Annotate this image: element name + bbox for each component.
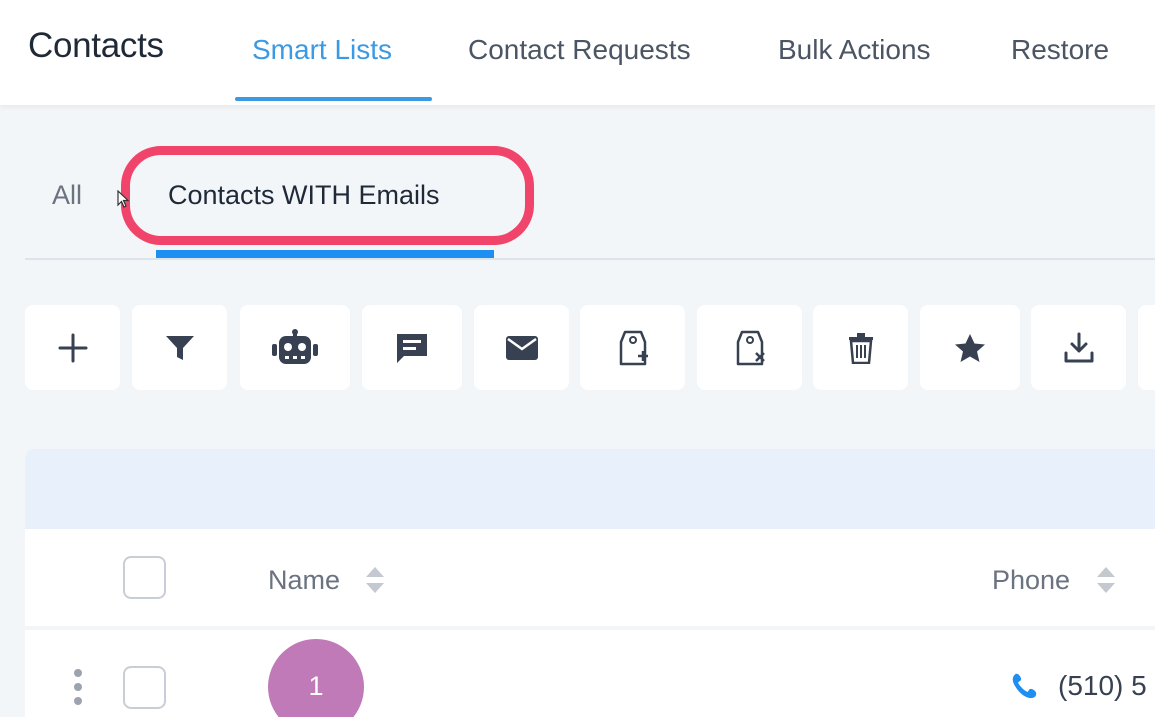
select-all-checkbox[interactable] [123,556,166,599]
message-icon [397,333,427,363]
tab-bulk-actions[interactable]: Bulk Actions [778,34,931,66]
filter-icon [165,335,194,360]
star-icon [955,333,985,362]
table-row[interactable] [25,630,1155,717]
export-button[interactable] [1031,305,1126,390]
trash-icon [848,332,873,364]
column-header-name[interactable]: Name [268,565,340,596]
sort-icon[interactable] [1095,563,1117,597]
table-toolbar-band [25,449,1155,529]
remove-tag-icon [736,330,765,365]
divider [25,258,1155,260]
page-title: Contacts [28,26,164,65]
smart-list-tab-contacts-with-emails[interactable]: Contacts WITH Emails [168,180,440,211]
download-icon [1064,332,1093,362]
table-header [25,529,1155,626]
sort-icon[interactable] [364,563,386,597]
envelope-icon [505,335,538,360]
top-navigation: Contacts Smart Lists Contact Requests Bu… [0,0,1155,105]
phone-number: (510) 5 [1058,670,1147,701]
column-header-phone[interactable]: Phone [992,565,1070,596]
add-tag-icon [619,330,648,365]
send-sms-button[interactable] [362,305,462,390]
phone-icon[interactable] [1010,670,1040,700]
smart-list-tab-all[interactable]: All [52,180,82,211]
tab-contact-requests[interactable]: Contact Requests [468,34,691,66]
active-tab-indicator [235,97,432,101]
tab-restore[interactable]: Restore [1011,34,1109,66]
add-tag-button[interactable] [580,305,685,390]
robot-icon [272,328,318,364]
mouse-cursor-icon [117,190,130,208]
automation-button[interactable] [240,305,350,390]
row-checkbox[interactable] [123,666,166,709]
row-menu-icon[interactable] [73,668,83,706]
more-actions-button[interactable] [1138,305,1155,390]
plus-icon [58,333,87,362]
remove-tag-button[interactable] [697,305,802,390]
tab-smart-lists[interactable]: Smart Lists [252,34,392,66]
delete-button[interactable] [813,305,908,390]
avatar-initial: 1 [308,670,324,701]
send-email-button[interactable] [474,305,569,390]
favorite-button[interactable] [920,305,1020,390]
add-contact-button[interactable] [25,305,120,390]
filter-button[interactable] [132,305,227,390]
